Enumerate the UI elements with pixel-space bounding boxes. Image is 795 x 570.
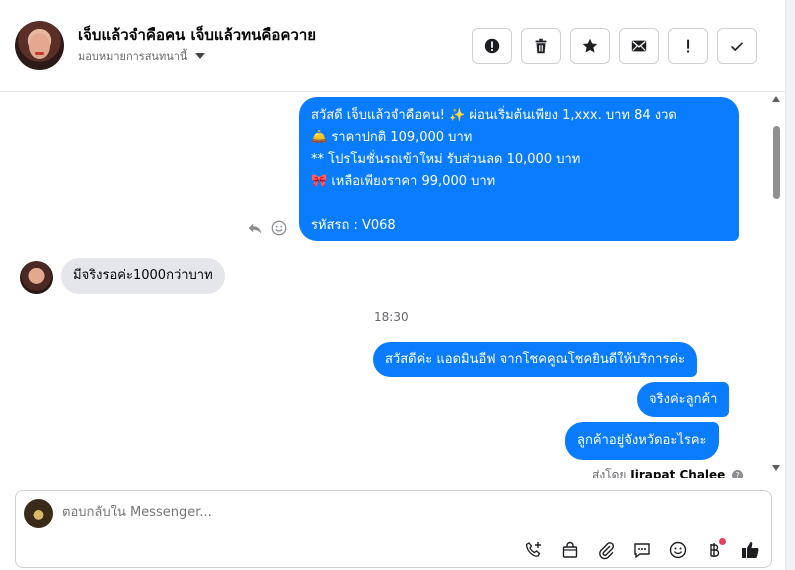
payment-button[interactable] xyxy=(701,537,727,563)
attach-button[interactable] xyxy=(593,537,619,563)
chat-bubble-icon xyxy=(634,543,650,559)
react-emoji-icon[interactable] xyxy=(270,219,288,237)
shopping-bag-icon xyxy=(562,541,578,558)
thumbs-up-icon xyxy=(742,542,759,559)
promo-line xyxy=(311,193,727,215)
promo-line: สวัสดี เจ็บแล้วจำคือคน! ✨ ผ่อนเริ่มต้นเพ… xyxy=(311,108,677,123)
reply-icon[interactable] xyxy=(246,219,264,237)
envelope-icon xyxy=(631,40,647,52)
star-icon xyxy=(582,38,598,53)
message-timestamp: 18:30 xyxy=(374,310,409,324)
check-icon xyxy=(731,42,743,52)
trash-icon xyxy=(535,38,547,54)
reply-input[interactable] xyxy=(62,505,662,520)
sender-name[interactable]: Jirapat Chalee xyxy=(630,468,725,478)
exclamation-icon xyxy=(687,39,690,53)
help-icon[interactable]: ? xyxy=(732,470,744,478)
message-scrollbar[interactable] xyxy=(768,92,784,478)
caret-down-icon xyxy=(195,53,206,59)
emoji-icon xyxy=(669,541,687,559)
spam-button[interactable] xyxy=(472,28,512,64)
outgoing-message[interactable]: จริงค่ะลูกค้า xyxy=(637,382,730,417)
outgoing-message[interactable]: สวัสดีค่ะ แอดมินอีฟ จากโชคคูณโชคยินดีให้… xyxy=(373,342,698,377)
contact-name[interactable]: เจ็บแล้วจำคือคน เจ็บแล้วทนคือควาย xyxy=(78,23,316,47)
like-button[interactable] xyxy=(737,537,763,563)
window-edge xyxy=(785,0,795,570)
follow-up-button[interactable] xyxy=(668,28,708,64)
phone-add-icon xyxy=(525,542,541,557)
call-button[interactable] xyxy=(521,537,547,563)
mark-done-button[interactable] xyxy=(717,28,757,64)
assign-label: มอบหมายการสนทนานี้ xyxy=(78,50,188,63)
sent-by-label: ส่งโดย Jirapat Chalee ? xyxy=(592,466,744,478)
alert-circle-icon xyxy=(484,38,500,54)
scroll-up-arrow-icon[interactable] xyxy=(772,96,780,102)
notification-dot xyxy=(719,538,726,545)
contact-avatar[interactable] xyxy=(15,21,64,70)
outgoing-message[interactable]: ลูกค้าอยู่จังหวัดอะไรคะ xyxy=(565,422,719,460)
star-button[interactable] xyxy=(570,28,610,64)
incoming-message[interactable]: มีจริงรอค่ะ1000กว่าบาท xyxy=(61,258,225,294)
promo-line: 🎀 เหลือเพียงราคา 99,000 บาท xyxy=(311,174,496,189)
composer-toolbar xyxy=(521,537,763,563)
outgoing-message-promo[interactable]: สวัสดี เจ็บแล้วจำคือคน! ✨ ผ่อนเริ่มต้นเพ… xyxy=(299,97,739,241)
promo-line: ** โปรโมชั่นรถเข้าใหม่ รับส่วนลด 10,000 … xyxy=(311,152,581,167)
contact-avatar-small xyxy=(20,261,53,294)
scroll-down-arrow-icon[interactable] xyxy=(772,465,780,471)
page-avatar xyxy=(24,499,53,528)
scroll-thumb[interactable] xyxy=(773,126,780,199)
reply-composer xyxy=(15,490,772,568)
assign-conversation-dropdown[interactable]: มอบหมายการสนทนานี้ xyxy=(78,47,206,65)
conversation-header: เจ็บแล้วจำคือคน เจ็บแล้วทนคือควาย มอบหมา… xyxy=(0,0,785,92)
promo-line: รหัสรถ : V068 xyxy=(311,218,396,233)
paperclip-icon xyxy=(599,542,615,560)
shop-button[interactable] xyxy=(557,537,583,563)
delete-button[interactable] xyxy=(521,28,561,64)
header-actions xyxy=(472,28,757,64)
promo-line: 🛎️ ราคาปกติ 109,000 บาท xyxy=(311,130,473,145)
mark-unread-button[interactable] xyxy=(619,28,659,64)
emoji-button[interactable] xyxy=(665,537,691,563)
saved-replies-button[interactable] xyxy=(629,537,655,563)
